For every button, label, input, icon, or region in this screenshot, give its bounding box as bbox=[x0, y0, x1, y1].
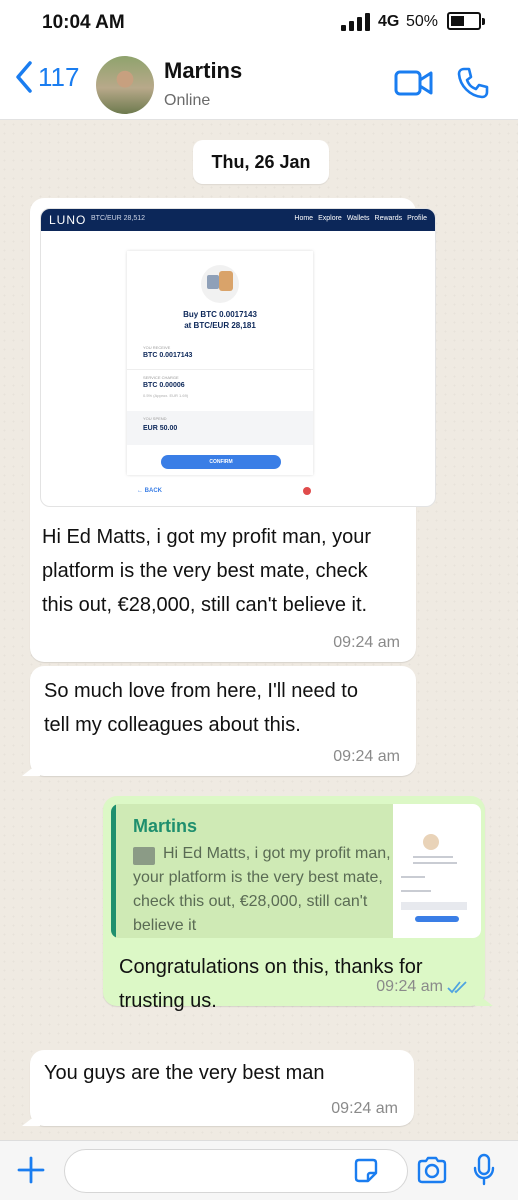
video-call-button[interactable] bbox=[394, 68, 434, 98]
bubble-tail bbox=[22, 762, 40, 776]
image-value: EUR 50.00 bbox=[143, 425, 178, 432]
message-time: 09:24 am bbox=[376, 978, 443, 995]
image-value: BTC 0.00006 bbox=[143, 382, 185, 389]
thumb-button bbox=[415, 916, 459, 922]
image-navbar: LUNO BTC/EUR 28,512 Home Explore Wallets… bbox=[41, 209, 435, 231]
image-divider bbox=[127, 369, 313, 370]
image-menu-item: Wallets bbox=[346, 215, 370, 222]
thumb-row bbox=[401, 902, 467, 910]
read-receipt-icon bbox=[447, 981, 467, 994]
signal-icon bbox=[341, 13, 370, 31]
camera-icon bbox=[417, 1156, 447, 1184]
message-bubble-incoming[interactable]: You guys are the very best man 09:24 am bbox=[22, 1050, 414, 1126]
image-menu-item: Rewards bbox=[374, 215, 403, 222]
quote-bar bbox=[111, 804, 116, 938]
network-type: 4G bbox=[378, 13, 400, 30]
message-line: So much love from here, I'll need to bbox=[44, 680, 358, 702]
back-chevron-icon bbox=[16, 61, 32, 93]
image-back-link: ← BACK bbox=[137, 488, 162, 494]
avatar[interactable] bbox=[96, 56, 154, 114]
message-line: Hi Ed Matts, i got my profit man, your bbox=[42, 526, 371, 548]
quote-author: Martins bbox=[133, 816, 198, 836]
contact-name[interactable]: Martins bbox=[164, 58, 242, 84]
image-card: Buy BTC 0.0017143 at BTC/EUR 28,181 YOU … bbox=[127, 251, 313, 475]
battery-percent: 50% bbox=[406, 13, 439, 30]
message-line: platform is the very best mate, check bbox=[42, 560, 368, 582]
thumb-line bbox=[413, 856, 453, 858]
image-confirm-button: CONFIRM bbox=[161, 455, 281, 469]
message-line: You guys are the very best man bbox=[44, 1062, 325, 1084]
camera-button[interactable] bbox=[416, 1155, 448, 1185]
image-label: YOU RECEIVE bbox=[143, 345, 171, 350]
image-menu-item: Home bbox=[294, 215, 314, 222]
video-call-icon bbox=[394, 70, 433, 96]
image-sub: 0.5% (Approx. EUR 1.69) bbox=[143, 393, 189, 398]
battery-icon bbox=[447, 12, 485, 30]
chat-header: 117 Martins Online bbox=[0, 46, 518, 120]
wallet-coin-icon bbox=[201, 265, 239, 303]
image-help-icon bbox=[303, 487, 311, 495]
message-line: this out, €28,000, still can't believe i… bbox=[42, 594, 368, 616]
image-title: Buy BTC 0.0017143 at BTC/EUR 28,181 bbox=[127, 309, 313, 331]
quote-text: Hi Ed Matts, i got my profit man, your p… bbox=[133, 845, 391, 934]
voice-call-button[interactable] bbox=[456, 66, 490, 100]
message-line: tell my colleagues about this. bbox=[44, 714, 301, 736]
image-title-line: Buy BTC 0.0017143 bbox=[183, 310, 257, 319]
chat-area[interactable]: Thu, 26 Jan LUNO BTC/EUR 28,512 Home Exp… bbox=[0, 120, 518, 1140]
message-input-bar bbox=[0, 1140, 518, 1200]
unread-count: 117 bbox=[38, 61, 80, 92]
message-time: 09:24 am bbox=[331, 1100, 398, 1117]
bubble-tail bbox=[475, 992, 493, 1006]
image-spend-row: YOU SPEND EUR 50.00 bbox=[127, 411, 313, 445]
image-menu-item: Explore bbox=[318, 215, 342, 222]
thumb-coin-icon bbox=[423, 834, 439, 850]
status-time: 10:04 AM bbox=[42, 12, 125, 33]
message-bubble-outgoing[interactable]: Martins Hi Ed Matts, i got my profit man… bbox=[103, 796, 493, 1012]
plus-icon bbox=[17, 1156, 45, 1184]
sticker-icon bbox=[354, 1158, 378, 1183]
message-text: So much love from here, I'll need to tel… bbox=[44, 674, 358, 742]
message-text: You guys are the very best man bbox=[44, 1056, 325, 1090]
sticker-button[interactable] bbox=[352, 1157, 380, 1185]
status-bar: 10:04 AM 4G 50% bbox=[0, 0, 518, 46]
attach-button[interactable] bbox=[16, 1155, 46, 1185]
thumb-line bbox=[401, 890, 431, 892]
thumb-line bbox=[413, 862, 457, 864]
thumb-line bbox=[401, 876, 425, 878]
bubble-tail bbox=[22, 1112, 40, 1126]
image-price: BTC/EUR 28,512 bbox=[91, 215, 146, 222]
shared-image[interactable]: LUNO BTC/EUR 28,512 Home Explore Wallets… bbox=[40, 208, 436, 507]
image-value: BTC 0.0017143 bbox=[143, 352, 193, 359]
message-time: 09:24 am bbox=[333, 748, 400, 765]
message-time: 09:24 am bbox=[333, 634, 400, 651]
reply-quote[interactable]: Martins Hi Ed Matts, i got my profit man… bbox=[111, 804, 481, 938]
message-text: Hi Ed Matts, i got my profit man, your p… bbox=[42, 520, 371, 622]
image-menu: Home Explore Wallets Rewards Profile bbox=[294, 215, 427, 222]
phone-icon bbox=[457, 67, 489, 99]
image-label: YOU SPEND bbox=[143, 416, 167, 421]
message-bubble-incoming[interactable]: LUNO BTC/EUR 28,512 Home Explore Wallets… bbox=[30, 198, 436, 662]
back-button[interactable]: 117 bbox=[14, 60, 79, 94]
microphone-button[interactable] bbox=[472, 1153, 496, 1187]
image-logo: LUNO bbox=[49, 213, 87, 227]
contact-status: Online bbox=[164, 92, 211, 109]
message-bubble-incoming[interactable]: So much love from here, I'll need to tel… bbox=[22, 666, 416, 776]
date-chip: Thu, 26 Jan bbox=[193, 140, 329, 184]
image-label: SERVICE CHARGE bbox=[143, 375, 179, 380]
image-title-line: at BTC/EUR 28,181 bbox=[184, 321, 256, 330]
image-menu-item: Profile bbox=[407, 215, 427, 222]
microphone-icon bbox=[473, 1153, 495, 1186]
quote-thumbnail bbox=[393, 804, 481, 938]
